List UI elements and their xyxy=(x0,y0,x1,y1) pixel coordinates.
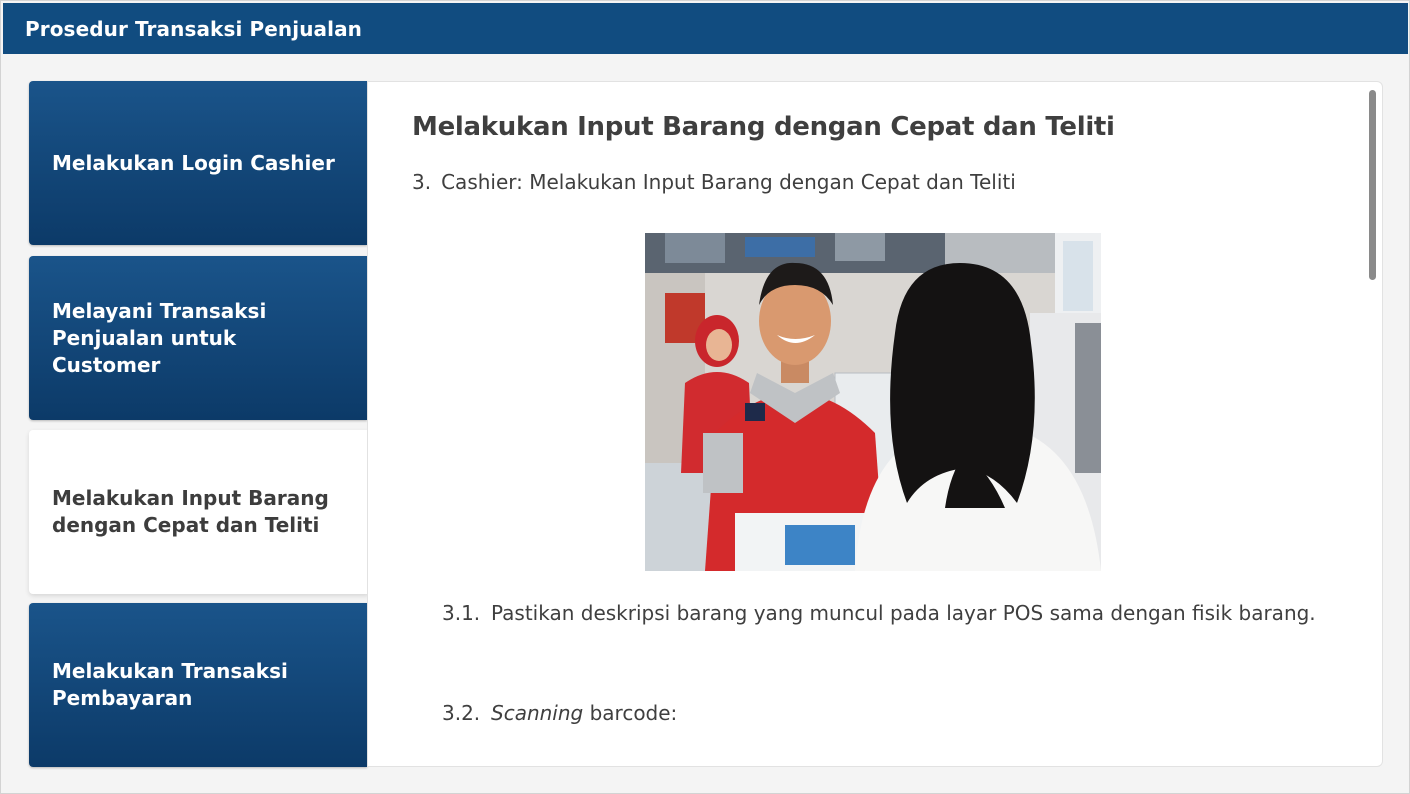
substep-text: barcode: xyxy=(583,701,678,725)
sidebar-item-melayani-transaksi[interactable]: Melayani Transaksi Penjualan untuk Custo… xyxy=(29,256,367,420)
sidebar-item-transaksi-pembayaran[interactable]: Melakukan Transaksi Pembayaran xyxy=(29,603,367,767)
sidebar-item-login-cashier[interactable]: Melakukan Login Cashier xyxy=(29,81,367,245)
sidebar-item-label: Melakukan Transaksi Pembayaran xyxy=(52,659,288,710)
substep-text: Pastikan deskripsi barang yang muncul pa… xyxy=(491,601,1316,625)
sidebar-item-label: Melayani Transaksi Penjualan untuk Custo… xyxy=(52,298,267,377)
sidebar-item-input-barang[interactable]: Melakukan Input Barang dengan Cepat dan … xyxy=(29,430,369,594)
step-heading: 3. Cashier: Melakukan Input Barang dengan… xyxy=(412,170,1016,194)
title-bar: Prosedur Transaksi Penjualan xyxy=(3,3,1408,54)
substep-3-2: 3.2. Scanning barcode: xyxy=(442,696,1322,730)
content-title: Melakukan Input Barang dengan Cepat dan … xyxy=(412,112,1115,142)
content-scrollbar[interactable] xyxy=(1369,90,1376,280)
substep-number: 3.1. xyxy=(442,601,481,625)
page-title: Prosedur Transaksi Penjualan xyxy=(25,17,363,41)
substep-3-1: 3.1. Pastikan deskripsi barang yang muncu… xyxy=(442,596,1322,630)
app-window: Prosedur Transaksi Penjualan Melakukan L… xyxy=(0,0,1410,794)
step-text: Cashier: Melakukan Input Barang dengan C… xyxy=(441,170,1016,194)
cashier-photo xyxy=(645,233,1101,571)
substep-number: 3.2. xyxy=(442,701,481,725)
sidebar-item-label: Melakukan Input Barang dengan Cepat dan … xyxy=(52,486,329,537)
content-panel[interactable]: Melakukan Input Barang dengan Cepat dan … xyxy=(367,81,1383,767)
substep-italic-text: Scanning xyxy=(491,701,584,725)
step-number: 3. xyxy=(412,170,432,194)
sidebar-item-label: Melakukan Login Cashier xyxy=(52,150,335,175)
